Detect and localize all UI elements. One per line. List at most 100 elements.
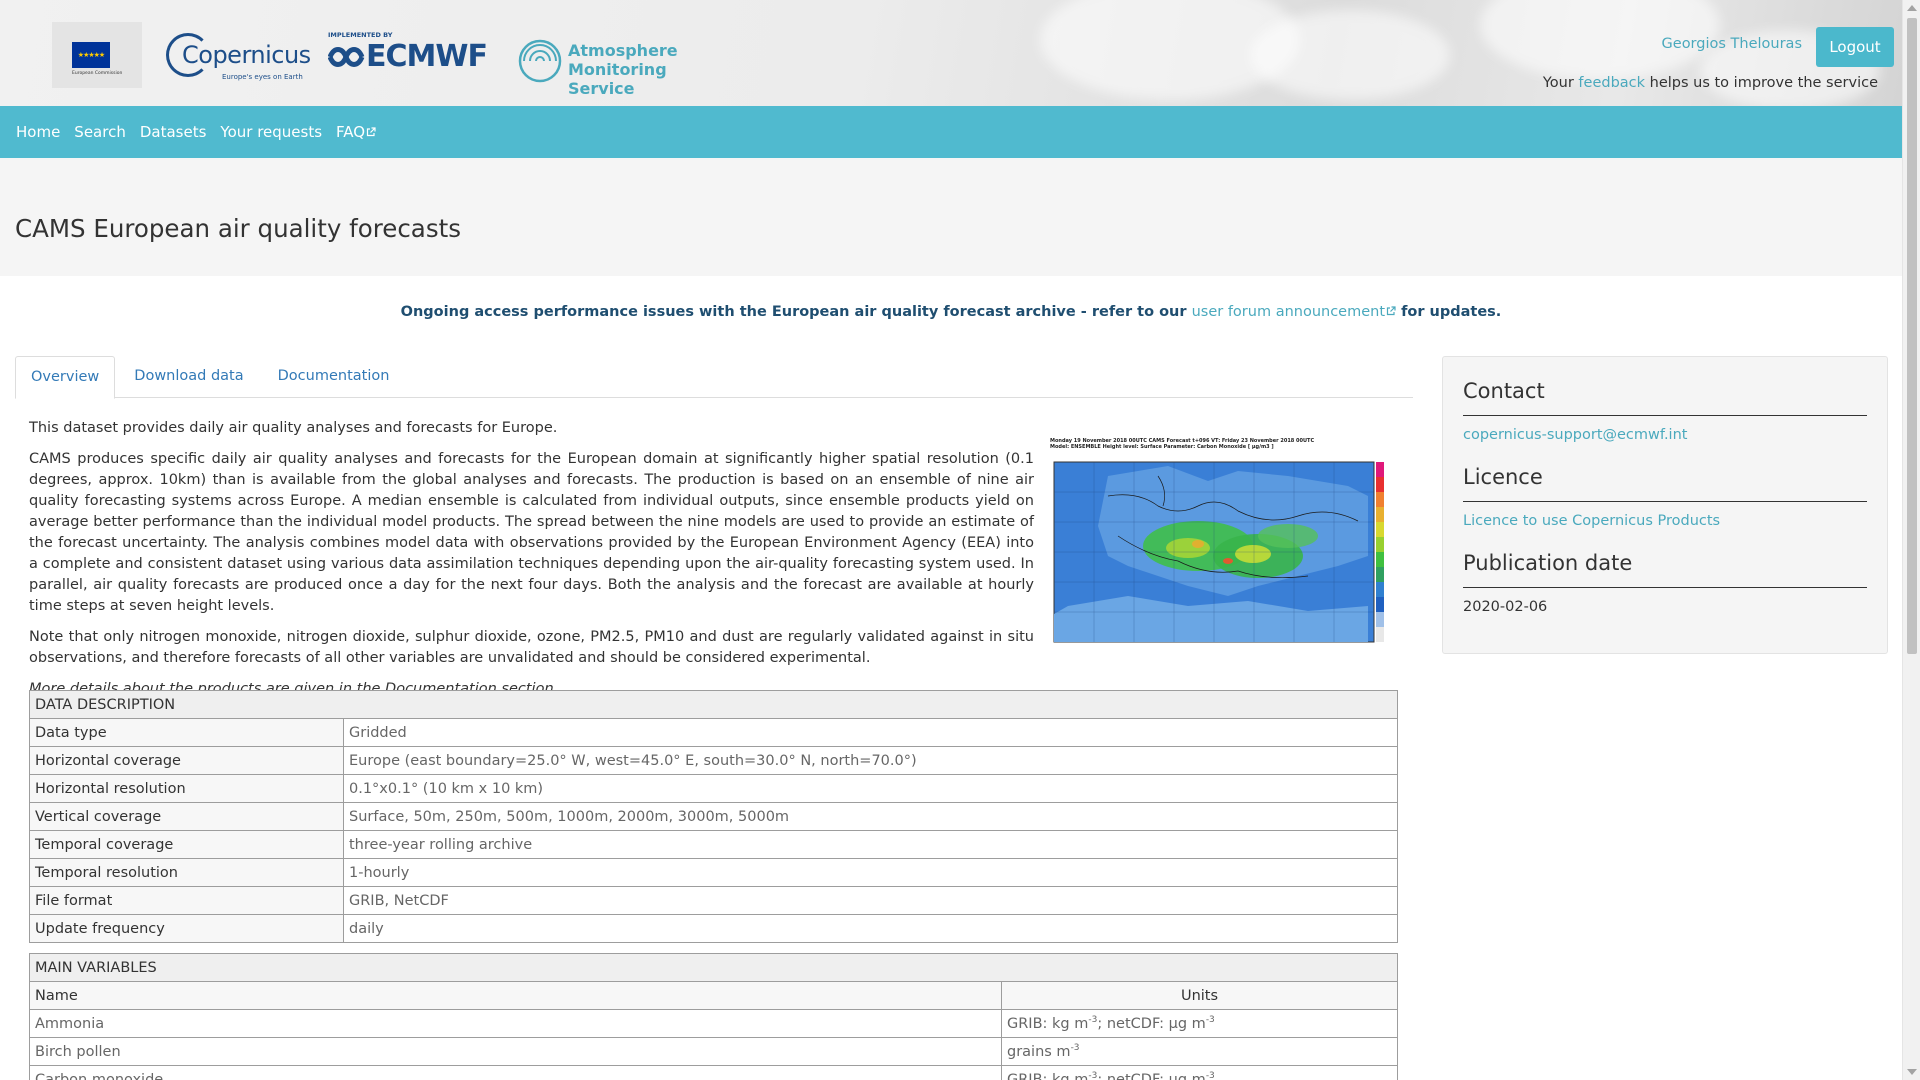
nav-faq[interactable]: FAQ (336, 123, 376, 141)
table-row: Temporal coverage three-year rolling arc… (29, 830, 1398, 859)
scroll-down-arrow-icon[interactable] (1907, 1069, 1917, 1075)
licence-heading: Licence (1463, 465, 1867, 502)
user-forum-link-label: user forum announcement (1191, 304, 1386, 320)
copernicus-tagline: Europe's eyes on Earth (222, 73, 303, 81)
table-row: Horizontal resolution 0.1°x0.1° (10 km x… (29, 774, 1398, 803)
page-title: CAMS European air quality forecasts (15, 214, 461, 243)
variable-units: grains m-3 (1001, 1037, 1398, 1066)
data-description-caption: DATA DESCRIPTION (29, 690, 1398, 719)
table-row: File format GRIB, NetCDF (29, 886, 1398, 915)
overview-paragraph-1: This dataset provides daily air quality … (29, 420, 558, 436)
map-colour-bar (1376, 462, 1384, 642)
map-title-line2: Model: ENSEMBLE Height level: Surface Pa… (1050, 444, 1274, 450)
table-row: Carbon monoxide GRIB: kg m-3; netCDF: µg… (29, 1065, 1398, 1080)
variable-units: GRIB: kg m-3; netCDF: µg m-3 (1001, 1009, 1398, 1038)
contact-email-link[interactable]: copernicus-support@ecmwf.int (1463, 427, 1687, 443)
main-variables-caption: MAIN VARIABLES (29, 953, 1398, 982)
table-header-row: Name Units (29, 981, 1398, 1010)
row-value: Europe (east boundary=25.0° W, west=45.0… (343, 746, 1398, 775)
variable-name: Birch pollen (29, 1037, 1002, 1066)
overview-paragraph-3: Note that only nitrogen monoxide, nitrog… (29, 629, 1034, 666)
forecast-map-image: Monday 19 November 2018 00UTC CAMS Forec… (1048, 436, 1396, 648)
variable-units: GRIB: kg m-3; netCDF: µg m-3 (1001, 1065, 1398, 1080)
tab-documentation[interactable]: Documentation (263, 356, 405, 398)
row-label: Temporal coverage (29, 830, 344, 859)
table-row: Horizontal coverage Europe (east boundar… (29, 746, 1398, 775)
ecmwf-waves-icon (328, 47, 365, 67)
site-header: ★★★★★ European Commission Copernicus Eur… (0, 0, 1902, 106)
table-row: Update frequency daily (29, 914, 1398, 943)
page-scrollbar[interactable] (1902, 0, 1920, 1080)
main-navbar: Home Search Datasets Your requests FAQ (0, 106, 1902, 158)
row-label: Update frequency (29, 914, 344, 943)
table-caption-row: DATA DESCRIPTION (29, 690, 1398, 719)
partner-logos: ★★★★★ European Commission Copernicus Eur… (52, 22, 716, 98)
ams-logo[interactable]: Atmosphere Monitoring Service (516, 27, 716, 98)
user-forum-link[interactable]: user forum announcement (1192, 304, 1396, 320)
row-value: Gridded (343, 718, 1398, 747)
row-value: 1-hourly (343, 858, 1398, 887)
table-row: Data type Gridded (29, 718, 1398, 747)
column-header-name: Name (29, 981, 1002, 1010)
row-value: 0.1°x0.1° (10 km x 10 km) (343, 774, 1398, 803)
logout-button[interactable]: Logout (1816, 27, 1894, 67)
row-label: Data type (29, 718, 344, 747)
table-row: Ammonia GRIB: kg m-3; netCDF: µg m-3 (29, 1009, 1398, 1038)
table-row: Birch pollen grains m-3 (29, 1037, 1398, 1066)
external-link-icon (366, 127, 376, 137)
copernicus-logo[interactable]: Copernicus Europe's eyes on Earth (166, 27, 311, 83)
variable-name: Carbon monoxide (29, 1065, 1002, 1080)
table-row: Temporal resolution 1-hourly (29, 858, 1398, 887)
dataset-tabs: Overview Download data Documentation (15, 356, 1413, 399)
publication-date-value: 2020-02-06 (1463, 599, 1548, 615)
eu-logo-text: European Commission (72, 71, 123, 76)
eu-logo[interactable]: ★★★★★ European Commission (52, 22, 142, 88)
announcement-banner: Ongoing access performance issues with t… (0, 304, 1902, 320)
nav-search[interactable]: Search (74, 123, 126, 141)
external-link-icon (1386, 306, 1396, 316)
feedback-link[interactable]: feedback (1578, 75, 1645, 91)
row-value: three-year rolling archive (343, 830, 1398, 859)
ecmwf-wordmark: ECMWF (366, 39, 488, 74)
announcement-suffix: for updates. (1396, 304, 1502, 320)
row-value: Surface, 50m, 250m, 500m, 1000m, 2000m, … (343, 802, 1398, 831)
nav-home[interactable]: Home (16, 123, 60, 141)
table-row: Vertical coverage Surface, 50m, 250m, 50… (29, 802, 1398, 831)
copernicus-wordmark: Copernicus (182, 41, 311, 69)
ams-line1: Atmosphere (568, 41, 678, 60)
user-name-link[interactable]: Georgios Thelouras (1662, 36, 1802, 52)
atmosphere-globe-icon (518, 39, 562, 83)
row-value: daily (343, 914, 1398, 943)
announcement-prefix: Ongoing access performance issues with t… (400, 304, 1192, 320)
row-label: Horizontal coverage (29, 746, 344, 775)
licence-link[interactable]: Licence to use Copernicus Products (1463, 513, 1720, 529)
feedback-prefix: Your (1542, 75, 1579, 91)
nav-faq-label: FAQ (336, 123, 366, 141)
main-variables-table: MAIN VARIABLES Name Units Ammonia GRIB: … (29, 953, 1398, 1080)
title-band: CAMS European air quality forecasts (0, 158, 1902, 276)
publication-date-heading: Publication date (1463, 551, 1867, 588)
ecmwf-logo[interactable]: IMPLEMENTED BY ECMWF (328, 27, 498, 83)
variable-name: Ammonia (29, 1009, 1002, 1038)
ams-line2: Monitoring Service (568, 60, 667, 98)
overview-content: This dataset provides daily air quality … (29, 418, 1034, 710)
eu-flag-icon: ★★★★★ (72, 42, 110, 68)
nav-datasets[interactable]: Datasets (140, 123, 207, 141)
feedback-line: Your feedback helps us to improve the se… (1543, 75, 1878, 91)
contact-heading: Contact (1463, 379, 1867, 416)
row-label: File format (29, 886, 344, 915)
row-label: Temporal resolution (29, 858, 344, 887)
nav-your-requests[interactable]: Your requests (220, 123, 322, 141)
scroll-thumb[interactable] (1907, 18, 1917, 654)
overview-paragraph-2: CAMS produces specific daily air quality… (29, 451, 1034, 614)
dataset-sidebar: Contact copernicus-support@ecmwf.int Lic… (1442, 356, 1888, 654)
scroll-up-arrow-icon[interactable] (1907, 5, 1917, 11)
tab-download-data[interactable]: Download data (119, 356, 258, 398)
column-header-units: Units (1001, 981, 1398, 1010)
tab-overview[interactable]: Overview (15, 356, 116, 399)
row-label: Horizontal resolution (29, 774, 344, 803)
implemented-by-label: IMPLEMENTED BY (328, 31, 393, 39)
row-value: GRIB, NetCDF (343, 886, 1398, 915)
table-caption-row: MAIN VARIABLES (29, 953, 1398, 982)
row-label: Vertical coverage (29, 802, 344, 831)
